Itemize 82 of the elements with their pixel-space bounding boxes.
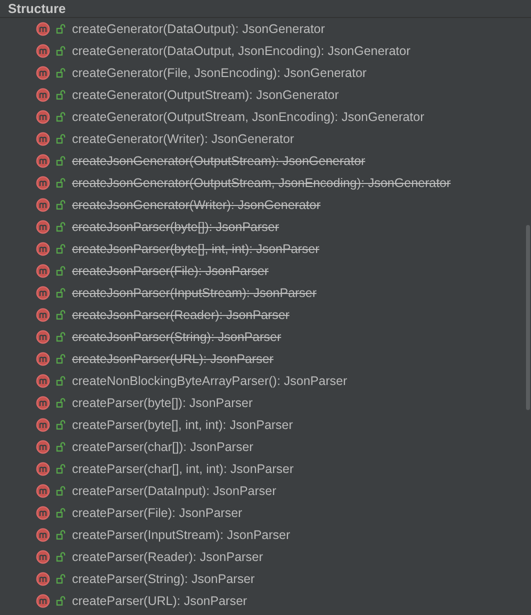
member-signature[interactable]: createJsonGenerator(Writer): JsonGenerator <box>72 198 320 212</box>
method-icon <box>36 484 50 498</box>
method-icon <box>36 506 50 520</box>
open-lock-icon <box>56 310 66 320</box>
open-lock-icon <box>56 24 66 34</box>
open-lock-icon <box>56 354 66 364</box>
open-lock-icon <box>56 222 66 232</box>
member-signature[interactable]: createParser(String): JsonParser <box>72 572 255 586</box>
method-icon <box>36 22 50 36</box>
open-lock-icon <box>56 266 66 276</box>
open-lock-icon <box>56 46 66 56</box>
method-icon <box>36 88 50 102</box>
method-icon <box>36 572 50 586</box>
member-signature[interactable]: createJsonGenerator(OutputStream, JsonEncoding): JsonGenerator <box>72 176 451 190</box>
method-icon <box>36 594 50 608</box>
member-signature[interactable]: createGenerator(File, JsonEncoding): JsonGenerator <box>72 66 367 80</box>
member-signature[interactable]: createGenerator(OutputStream, JsonEncoding): JsonGenerator <box>72 110 424 124</box>
method-icon <box>36 462 50 476</box>
method-icon <box>36 374 50 388</box>
open-lock-icon <box>56 420 66 430</box>
member-signature[interactable]: createParser(File): JsonParser <box>72 506 242 520</box>
member-signature[interactable]: createParser(Reader): JsonParser <box>72 550 264 564</box>
method-icon <box>36 396 50 410</box>
open-lock-icon <box>56 134 66 144</box>
open-lock-icon <box>56 90 66 100</box>
method-icon <box>36 132 50 146</box>
open-lock-icon <box>56 68 66 78</box>
open-lock-icon <box>56 200 66 210</box>
member-signature[interactable]: createJsonParser(byte[]): JsonParser <box>72 220 280 234</box>
member-signature[interactable]: createJsonGenerator(OutputStream): JsonGenerator <box>72 154 366 168</box>
open-lock-icon <box>56 486 66 496</box>
open-lock-icon <box>56 574 66 584</box>
method-icon <box>36 66 50 80</box>
member-signature[interactable]: createJsonParser(String): JsonParser <box>72 330 282 344</box>
member-signature[interactable]: createJsonParser(File): JsonParser <box>72 264 269 278</box>
open-lock-icon <box>56 178 66 188</box>
open-lock-icon <box>56 332 66 342</box>
open-lock-icon <box>56 244 66 254</box>
member-signature[interactable]: createJsonParser(InputStream): JsonParser <box>72 286 317 300</box>
open-lock-icon <box>56 442 66 452</box>
member-signature[interactable]: createNonBlockingByteArrayParser(): JsonParser <box>72 374 348 388</box>
open-lock-icon <box>56 112 66 122</box>
open-lock-icon <box>56 508 66 518</box>
open-lock-icon <box>56 552 66 562</box>
member-signature[interactable]: createParser(byte[]): JsonParser <box>72 396 253 410</box>
member-signature[interactable]: createGenerator(DataOutput): JsonGenerator <box>72 22 325 36</box>
open-lock-icon <box>56 464 66 474</box>
method-icon <box>36 44 50 58</box>
method-icon <box>36 198 50 212</box>
member-signature[interactable]: createGenerator(DataOutput, JsonEncoding): JsonGenerator <box>72 44 410 58</box>
method-icon <box>36 418 50 432</box>
open-lock-icon <box>56 530 66 540</box>
member-signature[interactable]: createJsonParser(Reader): JsonParser <box>72 308 290 322</box>
method-icon <box>36 352 50 366</box>
method-icon <box>36 242 50 256</box>
open-lock-icon <box>56 596 66 606</box>
member-signature[interactable]: createParser(byte[], int, int): JsonParser <box>72 418 293 432</box>
member-signature[interactable]: createParser(char[]): JsonParser <box>72 440 254 454</box>
method-icon <box>36 220 50 234</box>
method-icon <box>36 528 50 542</box>
member-signature[interactable]: createParser(char[], int, int): JsonParser <box>72 462 294 476</box>
method-icon <box>36 264 50 278</box>
method-icon <box>36 550 50 564</box>
method-icon <box>36 176 50 190</box>
method-icon <box>36 110 50 124</box>
method-icon <box>36 286 50 300</box>
method-icon <box>36 308 50 322</box>
open-lock-icon <box>56 288 66 298</box>
member-signature[interactable]: createParser(URL): JsonParser <box>72 594 248 608</box>
open-lock-icon <box>56 398 66 408</box>
member-signature[interactable]: createGenerator(Writer): JsonGenerator <box>72 132 294 146</box>
method-icon <box>36 154 50 168</box>
open-lock-icon <box>56 376 66 386</box>
member-signature[interactable]: createParser(DataInput): JsonParser <box>72 484 276 498</box>
member-signature[interactable]: createJsonParser(byte[], int, int): JsonParser <box>72 242 320 256</box>
member-signature[interactable]: createJsonParser(URL): JsonParser <box>72 352 274 366</box>
open-lock-icon <box>56 156 66 166</box>
method-icon <box>36 330 50 344</box>
member-signature[interactable]: createParser(InputStream): JsonParser <box>72 528 290 542</box>
member-signature[interactable]: createGenerator(OutputStream): JsonGenerator <box>72 88 339 102</box>
panel-title: Structure <box>8 1 66 16</box>
method-icon <box>36 440 50 454</box>
